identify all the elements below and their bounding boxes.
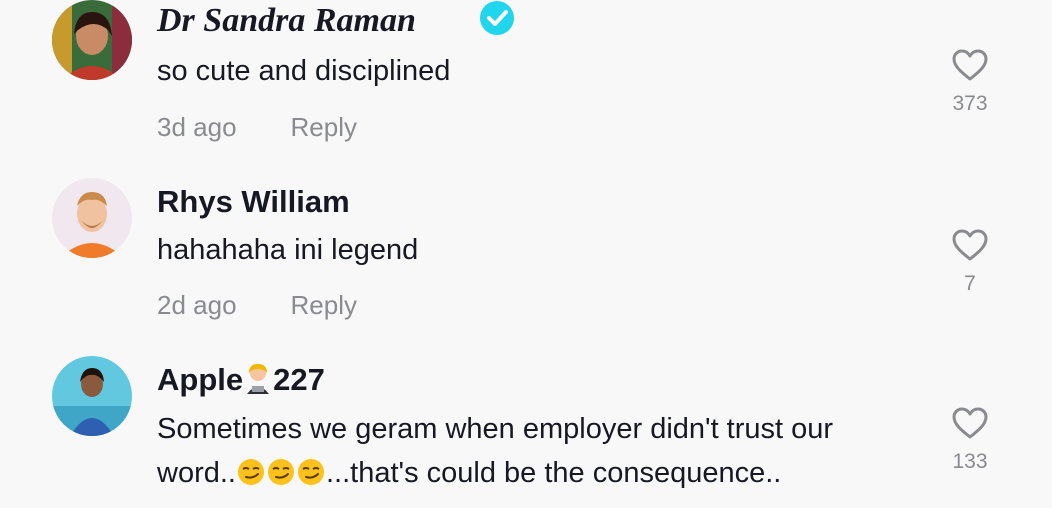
comment-text: hahahaha ini legend <box>157 234 419 266</box>
heart-icon <box>952 407 988 439</box>
username[interactable]: Dr Sandra Raman <box>157 3 416 39</box>
comment-text-line-2: word.. ...that's could be the consequenc… <box>157 457 782 489</box>
smirking-face-emoji-icon <box>297 459 324 485</box>
comment-age: 2d ago <box>157 290 237 320</box>
avatar-image <box>52 356 132 436</box>
heart-icon <box>952 49 988 81</box>
verified-badge-icon <box>480 1 514 35</box>
woman-technologist-emoji-icon <box>247 364 270 394</box>
like-button[interactable]: 373 <box>946 48 994 116</box>
like-button[interactable]: 7 <box>946 228 994 296</box>
avatar[interactable] <box>52 356 132 436</box>
avatar[interactable] <box>52 0 132 80</box>
smirking-face-emoji-icon <box>267 459 294 485</box>
comment-text: so cute and disciplined <box>157 55 451 87</box>
username-suffix: 227 <box>273 362 325 397</box>
comment-meta: 2d ago Reply <box>157 290 357 321</box>
comment-text: Sometimes we geram when employer didn't … <box>157 407 917 495</box>
heart-icon <box>952 229 988 261</box>
like-button[interactable]: 133 <box>946 406 994 474</box>
smirking-face-emoji-icon <box>237 459 264 485</box>
avatar[interactable] <box>52 178 132 258</box>
avatar-image <box>52 178 132 258</box>
comment-age: 3d ago <box>157 112 237 142</box>
avatar-image <box>52 0 132 80</box>
username[interactable]: Rhys William <box>157 184 350 220</box>
like-count: 7 <box>964 272 976 295</box>
comment-text-line-1: Sometimes we geram when employer didn't … <box>157 413 834 445</box>
username[interactable]: Apple 227 <box>157 362 325 398</box>
like-count: 133 <box>952 450 988 473</box>
like-count: 373 <box>952 92 988 115</box>
reply-button[interactable]: Reply <box>291 112 357 143</box>
reply-button[interactable]: Reply <box>291 290 357 321</box>
comment-meta: 3d ago Reply <box>157 112 357 143</box>
username-prefix: Apple <box>157 362 244 397</box>
